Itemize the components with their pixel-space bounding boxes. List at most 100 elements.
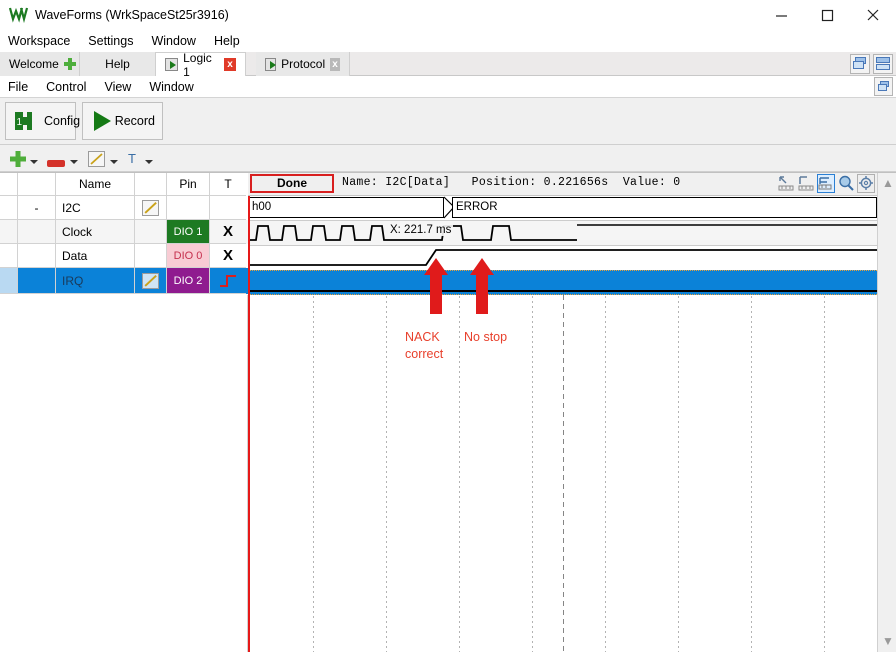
channel-pin-cell[interactable]: DIO 0 <box>167 244 210 268</box>
expander-toggle <box>18 220 56 244</box>
ruler-left-icon[interactable] <box>797 174 815 193</box>
channel-trigger[interactable] <box>210 196 246 220</box>
plus-icon[interactable] <box>63 58 77 70</box>
channel-trigger[interactable]: X <box>210 244 246 268</box>
channel-pin: DIO 1 <box>167 220 209 243</box>
tile-windows-icon[interactable] <box>873 54 893 74</box>
row-pencil-cell[interactable] <box>135 196 167 220</box>
pencil-icon[interactable] <box>142 272 159 289</box>
waveform-header: Done Name: I2C[Data] Position: 0.221656s… <box>248 172 877 196</box>
chevron-up-icon[interactable]: ▲ <box>882 176 894 190</box>
annotation-nostop-line1: No stop <box>464 330 508 344</box>
play-icon <box>90 109 111 133</box>
config-button[interactable]: 1 Config <box>5 102 80 140</box>
main-toolbar: 1 Config Record Mode: Record Buffer: 1 T… <box>0 98 896 241</box>
chevron-down-icon[interactable]: ▼ <box>882 634 894 648</box>
chevron-down-icon[interactable] <box>110 160 118 164</box>
row-pencil-cell <box>135 244 167 268</box>
tab-logic-1-label: Logic 1 <box>183 50 212 79</box>
expander-toggle <box>18 244 56 268</box>
pencil-icon[interactable] <box>142 199 159 216</box>
row-gutter <box>0 244 18 268</box>
waveform-header-icons <box>777 174 875 193</box>
row-pencil-cell[interactable] <box>135 268 167 294</box>
waveform-panel: Done Name: I2C[Data] Position: 0.221656s… <box>248 172 877 652</box>
record-button[interactable]: Record <box>82 102 163 140</box>
zoom-icon[interactable] <box>837 174 855 193</box>
tab-window-icons <box>850 54 893 74</box>
vertical-scrollbar[interactable]: ▲ ▼ <box>877 172 896 652</box>
submenu-item-view[interactable]: View <box>104 80 131 94</box>
restore-window-icon[interactable] <box>874 77 893 96</box>
plus-icon[interactable] <box>10 151 26 167</box>
text-T-icon[interactable]: T <box>128 151 140 167</box>
cascade-windows-icon[interactable] <box>850 54 870 74</box>
irq-waveform <box>248 290 877 292</box>
submenu-item-window[interactable]: Window <box>149 80 193 94</box>
annotation-arrows <box>424 258 494 314</box>
waveforms-logo-icon <box>8 6 30 24</box>
cursor-time-label: X: 221.7 ms <box>388 224 454 236</box>
channel-toolbar: T ❮ ❯ <box>0 146 896 317</box>
waveform-row-clock[interactable]: X: 221.7 ms <box>248 221 877 245</box>
channel-pin-cell[interactable]: DIO 2 <box>167 268 210 294</box>
header-gutter <box>0 172 18 196</box>
status-badge[interactable]: Done <box>250 174 334 193</box>
row-pencil-cell <box>135 220 167 244</box>
waveform-row-i2c[interactable]: h00 ERROR <box>248 196 877 220</box>
chevron-down-icon[interactable] <box>30 160 38 164</box>
minimize-icon[interactable] <box>758 0 804 30</box>
channel-trigger[interactable]: X <box>210 220 246 244</box>
channel-pin: DIO 2 <box>167 268 209 293</box>
measure-ruler-icon[interactable] <box>777 174 795 193</box>
play-icon <box>265 57 277 71</box>
table-row[interactable]: IRQ DIO 2 <box>0 268 248 294</box>
close-icon[interactable] <box>850 0 896 30</box>
record-button-label: Record <box>114 114 155 128</box>
waveform-row-irq[interactable] <box>248 270 877 295</box>
header-name: Name <box>56 172 135 196</box>
minus-icon[interactable] <box>47 156 65 172</box>
table-row[interactable]: Clock DIO 1 X <box>0 220 248 244</box>
close-icon[interactable]: x <box>223 58 236 71</box>
row-gutter <box>0 196 18 220</box>
expander-toggle[interactable]: - <box>18 196 56 220</box>
channel-pin-cell[interactable]: DIO 1 <box>167 220 210 244</box>
time-cursor[interactable] <box>248 196 250 652</box>
close-icon[interactable]: x <box>330 57 340 71</box>
maximize-icon[interactable] <box>804 0 850 30</box>
channel-trigger[interactable] <box>210 268 246 294</box>
expander-toggle <box>18 268 56 294</box>
table-row[interactable]: Data DIO 0 X <box>0 244 248 268</box>
waveforms-app-window: WaveForms (WrkSpaceSt25r3916) Workspace … <box>0 0 896 652</box>
ruler-selected-icon[interactable] <box>817 174 835 193</box>
submenu-item-file[interactable]: File <box>8 80 28 94</box>
menu-item-workspace[interactable]: Workspace <box>8 34 70 48</box>
pencil-icon[interactable] <box>88 151 105 167</box>
menu-item-window[interactable]: Window <box>151 34 195 48</box>
channel-name: Clock <box>56 220 135 244</box>
settings-gear-icon[interactable] <box>857 174 875 193</box>
tab-help[interactable]: Help <box>80 52 156 76</box>
tab-strip: Welcome Help Logic 1 x Protocol x <box>0 50 896 79</box>
title-bar: WaveForms (WrkSpaceSt25r3916) <box>0 0 896 30</box>
waveform-row-data[interactable] <box>248 246 877 270</box>
bus-value-h00: h00 <box>248 197 444 218</box>
header-t: T <box>210 172 246 196</box>
window-controls <box>758 0 896 30</box>
data-waveform <box>248 249 877 266</box>
tab-protocol-label: Protocol <box>281 57 326 71</box>
menu-item-settings[interactable]: Settings <box>88 34 133 48</box>
clock-waveform <box>248 224 877 241</box>
config-button-label: Config <box>44 114 81 128</box>
submenu-item-control[interactable]: Control <box>46 80 86 94</box>
tab-logic-1[interactable]: Logic 1 x <box>156 50 246 79</box>
chevron-down-icon[interactable] <box>145 160 153 164</box>
tab-protocol[interactable]: Protocol x <box>256 52 350 76</box>
menu-item-help[interactable]: Help <box>214 34 240 48</box>
window-title: WaveForms (WrkSpaceSt25r3916) <box>35 8 229 22</box>
table-row[interactable]: - I2C <box>0 196 248 220</box>
chevron-down-icon[interactable] <box>70 160 78 164</box>
config-icon: 1 <box>13 109 39 133</box>
tab-welcome[interactable]: Welcome <box>0 52 80 76</box>
